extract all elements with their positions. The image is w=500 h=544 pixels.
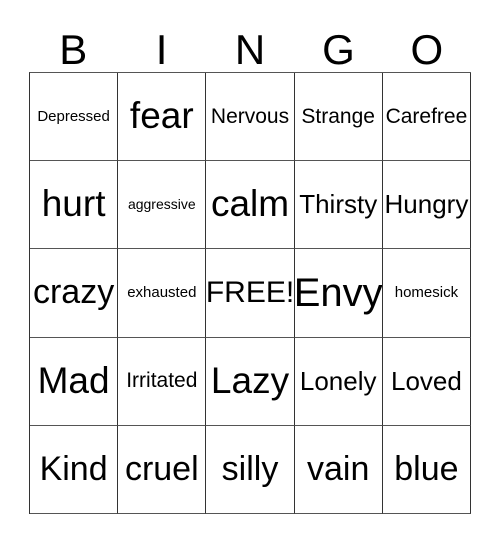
- bingo-cell-label: Loved: [390, 365, 462, 396]
- bingo-cell-i4[interactable]: Irritated: [118, 337, 207, 426]
- bingo-cell-b2[interactable]: hurt: [30, 161, 119, 250]
- bingo-cell-label: FREE!: [206, 276, 295, 310]
- bingo-cell-label: hurt: [41, 183, 106, 225]
- bingo-cell-o1[interactable]: Carefree: [382, 73, 472, 162]
- bingo-cell-label: aggressive: [127, 196, 196, 213]
- bingo-cell-label: Depressed: [37, 107, 110, 125]
- bingo-cell-label: Envy: [294, 271, 383, 315]
- bingo-cell-n4[interactable]: Lazy: [206, 337, 295, 426]
- bingo-cell-i1[interactable]: fear: [118, 73, 207, 162]
- bingo-row-5: Kind cruel silly vain blue: [30, 425, 472, 515]
- bingo-cell-o3[interactable]: homesick: [382, 249, 472, 338]
- bingo-cell-o5[interactable]: blue: [382, 425, 472, 515]
- bingo-cell-label: vain: [307, 449, 370, 488]
- bingo-header-row: B I N G O: [29, 13, 471, 72]
- bingo-cell-g4[interactable]: Lonely: [294, 337, 383, 426]
- bingo-cell-label: silly: [221, 449, 279, 488]
- bingo-cell-label: Hungry: [384, 189, 469, 220]
- bingo-row-3: crazy exhausted FREE! Envy homesick: [30, 249, 472, 338]
- header-letter-n: N: [234, 26, 266, 73]
- bingo-cell-label: Thirsty: [299, 189, 378, 220]
- bingo-cell-label: Lazy: [210, 359, 290, 401]
- bingo-cell-label: Irritated: [126, 369, 198, 393]
- bingo-cell-o2[interactable]: Hungry: [382, 161, 472, 250]
- bingo-cell-g1[interactable]: Strange: [294, 73, 383, 162]
- bingo-cell-label: homesick: [394, 284, 459, 302]
- bingo-row-4: Mad Irritated Lazy Lonely Loved: [30, 337, 472, 426]
- bingo-grid: Depressed fear Nervous Strange Carefree …: [29, 72, 472, 515]
- bingo-cell-g2[interactable]: Thirsty: [294, 161, 383, 250]
- bingo-cell-label: Lonely: [299, 365, 377, 396]
- bingo-cell-n1[interactable]: Nervous: [206, 73, 295, 162]
- bingo-cell-i5[interactable]: cruel: [118, 425, 207, 515]
- bingo-cell-label: Carefree: [385, 104, 468, 128]
- bingo-cell-g5[interactable]: vain: [294, 425, 383, 515]
- bingo-cell-b4[interactable]: Mad: [30, 337, 119, 426]
- bingo-cell-label: blue: [394, 449, 459, 488]
- bingo-cell-g3[interactable]: Envy: [294, 249, 383, 338]
- bingo-cell-label: Nervous: [210, 104, 290, 128]
- bingo-cell-b3[interactable]: crazy: [30, 249, 119, 338]
- bingo-cell-i2[interactable]: aggressive: [118, 161, 207, 250]
- bingo-row-2: hurt aggressive calm Thirsty Hungry: [30, 161, 472, 250]
- bingo-cell-label: cruel: [124, 449, 199, 488]
- header-letter-o: O: [410, 26, 444, 73]
- bingo-cell-label: exhausted: [127, 284, 197, 302]
- header-letter-g: G: [322, 26, 355, 73]
- bingo-cell-free-space[interactable]: FREE!: [206, 249, 295, 338]
- bingo-cell-label: calm: [210, 183, 290, 225]
- bingo-card: B I N G O Depressed fear Nervous Strange…: [29, 13, 472, 515]
- bingo-cell-n2[interactable]: calm: [206, 161, 295, 250]
- bingo-cell-label: Mad: [37, 359, 110, 401]
- bingo-cell-i3[interactable]: exhausted: [118, 249, 207, 338]
- bingo-cell-o4[interactable]: Loved: [382, 337, 472, 426]
- bingo-cell-label: crazy: [32, 273, 115, 312]
- header-letter-i: I: [155, 26, 168, 73]
- bingo-cell-label: Strange: [301, 104, 375, 128]
- header-letter-b: B: [59, 26, 88, 73]
- bingo-cell-b5[interactable]: Kind: [30, 425, 119, 515]
- bingo-cell-label: Kind: [39, 449, 108, 488]
- bingo-cell-n5[interactable]: silly: [206, 425, 295, 515]
- bingo-cell-b1[interactable]: Depressed: [30, 73, 119, 162]
- bingo-cell-label: fear: [129, 95, 194, 137]
- bingo-row-1: Depressed fear Nervous Strange Carefree: [30, 73, 472, 162]
